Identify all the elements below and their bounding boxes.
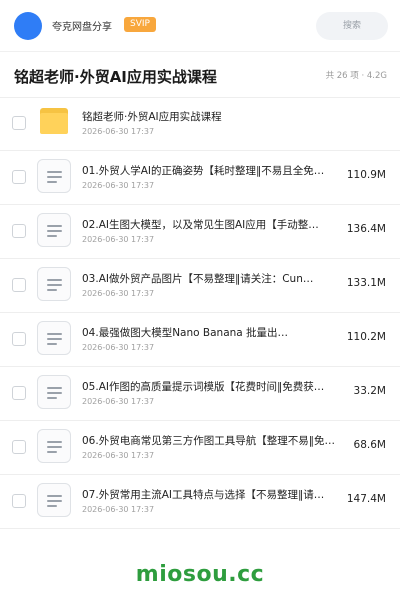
file-date: 2026-06-30 17:37 [82,127,155,136]
file-name: 03.AI做外贸产品图片【不易整理‖请关注：Cun… [82,273,314,285]
file-name: 07.外贸常用主流AI工具特点与选择【不易整理‖请… [82,489,325,501]
file-row[interactable]: 铭超老师·外贸AI应用实战课程 2026-06-30 17:37 [0,97,400,151]
file-name: 02.AI生图大模型，以及常见生图AI应用【手动整… [82,219,319,231]
file-size: 110.9M [346,169,386,181]
document-icon [37,375,71,409]
document-icon [37,483,71,517]
top-bar: 夸克网盘分享 SVIP 搜索 [0,0,400,52]
file-size: 133.1M [346,277,386,289]
row-checkbox[interactable] [12,440,26,454]
row-checkbox[interactable] [12,278,26,292]
document-icon [37,321,71,355]
file-date: 2026-06-30 17:37 [82,505,155,514]
file-date: 2026-06-30 17:37 [82,181,155,190]
file-row[interactable]: 06.外贸电商常见第三方作图工具导航【整理不易‖免… 2026-06-30 17:… [0,421,400,475]
file-size: 147.4M [346,493,386,505]
file-date: 2026-06-30 17:37 [82,289,155,298]
folder-icon [40,108,68,134]
file-row[interactable]: 05.AI作图的高质量提示词模版【花费时间‖免费获… 2026-06-30 17:… [0,367,400,421]
document-icon [37,213,71,247]
file-list: 铭超老师·外贸AI应用实战课程 2026-06-30 17:37 01.外贸人学AI… [0,97,400,529]
row-checkbox[interactable] [12,386,26,400]
file-row[interactable]: 01.外贸人学AI的正确姿势【耗时整理‖不易且全免… 2026-06-30 17:… [0,151,400,205]
file-size: 33.2M [353,385,386,397]
file-date: 2026-06-30 17:37 [82,397,155,406]
row-checkbox[interactable] [12,224,26,238]
file-name: 铭超老师·外贸AI应用实战课程 [82,111,222,123]
file-date: 2026-06-30 17:37 [82,343,155,352]
file-row[interactable]: 02.AI生图大模型，以及常见生图AI应用【手动整… 2026-06-30 17:… [0,205,400,259]
share-header: 铭超老师·外贸AI应用实战课程 共 26 项 · 4.2G [0,52,400,98]
page-title: 铭超老师·外贸AI应用实战课程 [14,68,217,86]
file-name: 05.AI作图的高质量提示词模版【花费时间‖免费获… [82,381,325,393]
file-size: 68.6M [353,439,386,451]
svip-badge: SVIP [124,17,156,32]
item-count-size: 共 26 项 · 4.2G [325,71,387,81]
file-name: 06.外贸电商常见第三方作图工具导航【整理不易‖免… [82,435,335,447]
file-name: 01.外贸人学AI的正确姿势【耗时整理‖不易且全免… [82,165,325,177]
row-checkbox[interactable] [12,332,26,346]
file-date: 2026-06-30 17:37 [82,235,155,244]
row-checkbox[interactable] [12,494,26,508]
file-date: 2026-06-30 17:37 [82,451,155,460]
file-size: 136.4M [346,223,386,235]
document-icon [37,159,71,193]
row-checkbox[interactable] [12,170,26,184]
search-input[interactable]: 搜索 [316,12,388,40]
file-size: 110.2M [346,331,386,343]
document-icon [37,267,71,301]
file-name: 04.最强做图大模型Nano Banana 批量出… [82,327,289,339]
file-row[interactable]: 03.AI做外贸产品图片【不易整理‖请关注：Cun… 2026-06-30 17:… [0,259,400,313]
avatar[interactable] [14,12,42,40]
document-icon [37,429,71,463]
file-row[interactable]: 07.外贸常用主流AI工具特点与选择【不易整理‖请… 2026-06-30 17:… [0,475,400,529]
row-checkbox[interactable] [12,116,26,130]
watermark: miosou.cc [135,562,265,587]
file-row[interactable]: 04.最强做图大模型Nano Banana 批量出… 2026-06-30 17:… [0,313,400,367]
brand-name: 夸克网盘分享 [52,22,112,33]
